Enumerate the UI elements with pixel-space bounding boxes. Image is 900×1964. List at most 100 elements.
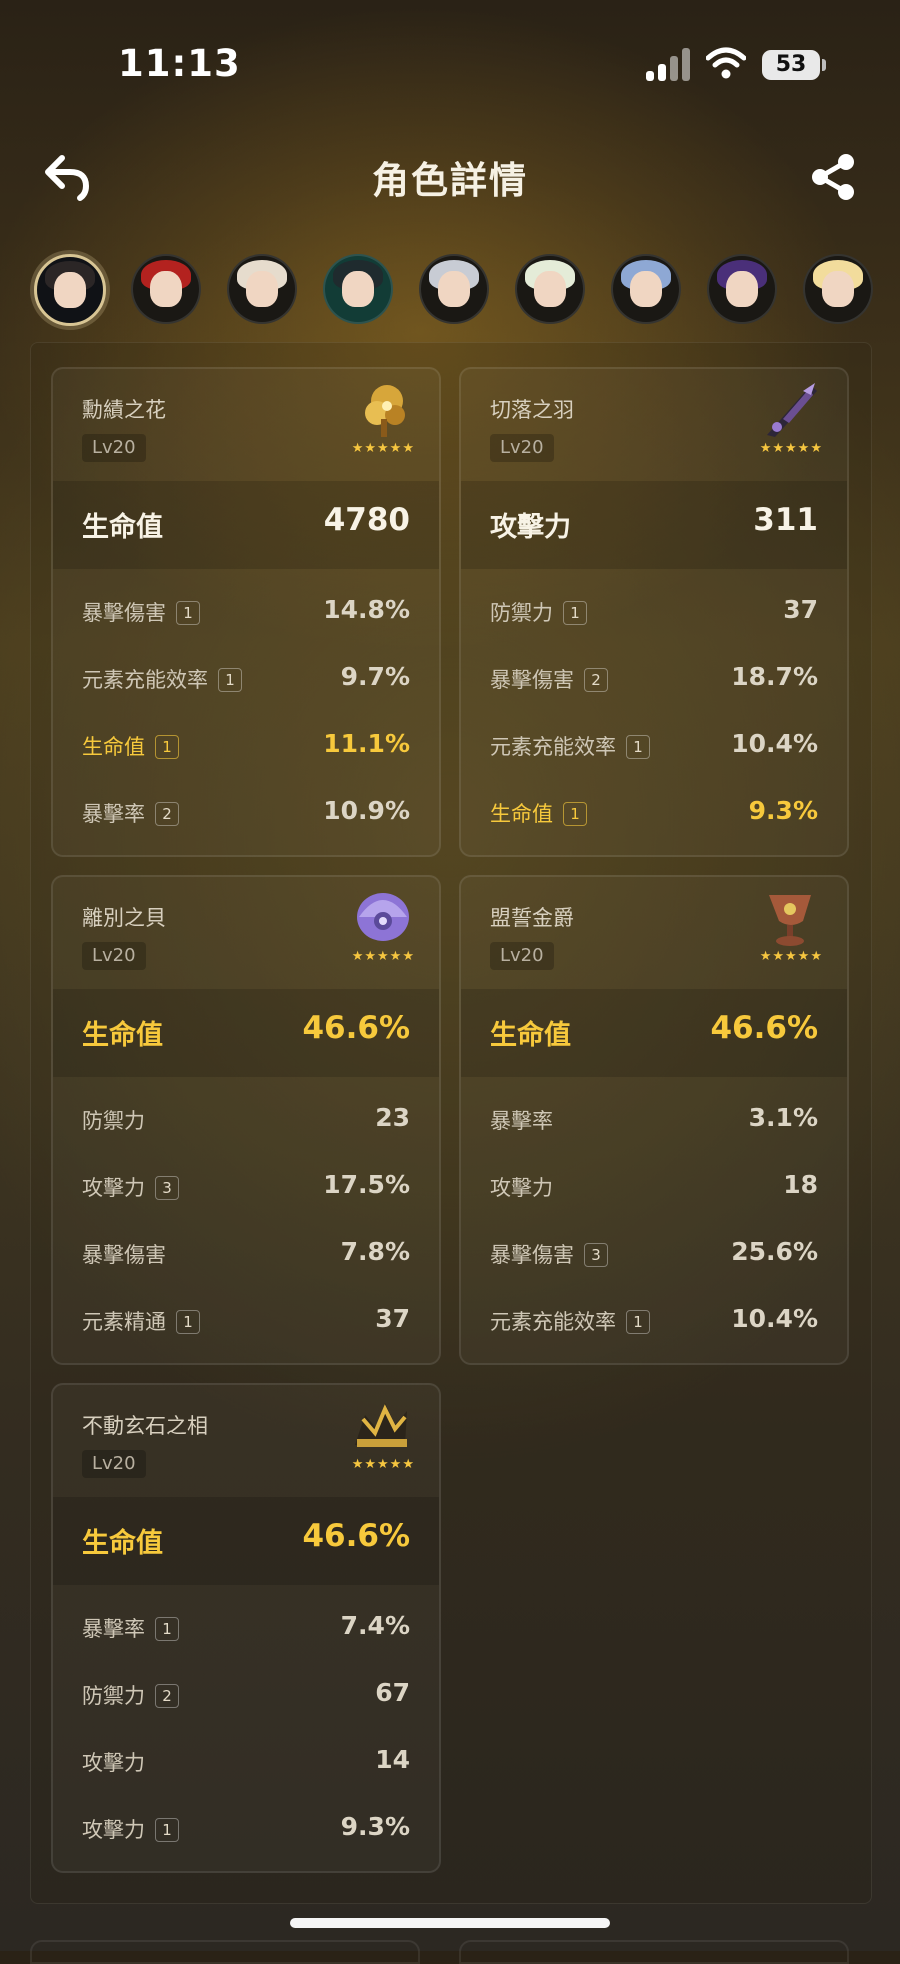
- artifact-card-goblet[interactable]: 盟誓金爵 Lv20 ★★★★★ 生命值 46.6% 暴擊率 3.1% 攻擊力 18 …: [459, 875, 849, 1365]
- roll-count-badge: 1: [155, 1617, 179, 1641]
- sub-stat-value: 9.7%: [340, 662, 410, 691]
- artifact-card-circlet[interactable]: 不動玄石之相 Lv20 ★★★★★ 生命值 46.6% 暴擊率 1 7.4% 防禦力…: [51, 1383, 441, 1873]
- artifact-name: 離別之貝: [82, 906, 166, 930]
- artifact-card-sands[interactable]: 離別之貝 Lv20 ★★★★★ 生命值 46.6% 防禦力 23 攻擊力 3 17.5…: [51, 875, 441, 1365]
- avatar-character-5[interactable]: [419, 254, 489, 324]
- roll-count-badge: 1: [563, 802, 587, 826]
- sub-stat-value: 37: [375, 1304, 410, 1333]
- sub-stat-value: 3.1%: [748, 1103, 818, 1132]
- next-card-edge: [459, 1940, 849, 1964]
- artifact-level: Lv20: [490, 434, 554, 462]
- roll-count-badge: 1: [176, 601, 200, 625]
- avatar-character-2[interactable]: [131, 254, 201, 324]
- roll-count-badge: 1: [155, 1818, 179, 1842]
- sub-stat: 攻擊力 14: [53, 1727, 439, 1794]
- sub-stat-label: 防禦力 1: [490, 597, 587, 627]
- artifact-level: Lv20: [82, 1450, 146, 1478]
- sub-stat: 防禦力 2 67: [53, 1660, 439, 1727]
- sub-stat: 暴擊傷害 3 25.6%: [461, 1219, 847, 1286]
- sub-stat: 防禦力 23: [53, 1085, 439, 1152]
- sub-stat-label: 元素精通 1: [82, 1306, 200, 1336]
- artifact-card-plume[interactable]: 切落之羽 Lv20 ★★★★★ 攻擊力 311 防禦力 1 37 暴擊傷害 2 18.7…: [459, 367, 849, 857]
- sub-stat-label: 生命值 1: [490, 798, 587, 828]
- artifact-level: Lv20: [82, 434, 146, 462]
- sub-stat-label: 生命值 1: [82, 731, 179, 761]
- main-stat-value: 311: [753, 502, 818, 538]
- sub-stat: 攻擊力 1 9.3%: [53, 1794, 439, 1861]
- roll-count-badge: 1: [626, 1310, 650, 1334]
- avatar-character-6[interactable]: [515, 254, 585, 324]
- avatar-character-9[interactable]: [803, 254, 873, 324]
- sub-stat-value: 9.3%: [748, 796, 818, 825]
- roll-count-badge: 2: [155, 802, 179, 826]
- main-stat: 生命值 4780: [53, 481, 439, 569]
- roll-count-badge: 1: [563, 601, 587, 625]
- character-selector: [0, 248, 900, 328]
- sub-stat: 暴擊傷害 7.8%: [53, 1219, 439, 1286]
- main-stat-value: 46.6%: [302, 1010, 410, 1046]
- sub-stat-label: 攻擊力: [82, 1751, 145, 1775]
- avatar-character-4[interactable]: [323, 254, 393, 324]
- share-icon[interactable]: [808, 152, 858, 202]
- sub-stat-label: 暴擊傷害: [82, 1243, 166, 1267]
- avatar-character-1[interactable]: [34, 254, 106, 326]
- main-stat: 生命值 46.6%: [53, 989, 439, 1077]
- sub-stat-label: 攻擊力 3: [82, 1172, 179, 1202]
- home-indicator[interactable]: [290, 1918, 610, 1928]
- avatar-character-3[interactable]: [227, 254, 297, 324]
- roll-count-badge: 3: [584, 1243, 608, 1267]
- sub-stat: 元素充能效率 1 9.7%: [53, 644, 439, 711]
- sub-stat-value: 23: [375, 1103, 410, 1132]
- sub-stat: 元素充能效率 1 10.4%: [461, 711, 847, 778]
- roll-count-badge: 3: [155, 1176, 179, 1200]
- roll-count-badge: 1: [218, 668, 242, 692]
- sub-stat: 攻擊力 18: [461, 1152, 847, 1219]
- circlet-artifact-icon: [355, 1403, 407, 1447]
- artifact-card-flower[interactable]: 勳績之花 Lv20 ★★★★★ 生命值 4780 暴擊傷害 1 14.8% 元素充能…: [51, 367, 441, 857]
- page-title: 角色詳情: [372, 159, 528, 202]
- battery-icon: 53: [762, 50, 820, 80]
- sub-stat: 暴擊率 2 10.9%: [53, 778, 439, 845]
- artifact-name: 勳績之花: [82, 398, 166, 422]
- sub-stat: 暴擊率 3.1%: [461, 1085, 847, 1152]
- avatar-character-7[interactable]: [611, 254, 681, 324]
- sub-stat-value: 7.4%: [340, 1611, 410, 1640]
- main-stat-label: 生命值: [490, 1020, 571, 1051]
- sub-stat-label: 防禦力 2: [82, 1680, 179, 1710]
- sub-stat: 生命值 1 9.3%: [461, 778, 847, 845]
- artifact-name: 切落之羽: [490, 398, 574, 422]
- roll-count-badge: 1: [155, 735, 179, 759]
- sub-stat-value: 10.4%: [731, 729, 818, 758]
- sub-stat-label: 暴擊傷害 2: [490, 664, 608, 694]
- flower-artifact-icon: [365, 385, 405, 437]
- main-stat: 生命值 46.6%: [461, 989, 847, 1077]
- sub-stat-label: 攻擊力: [490, 1176, 553, 1200]
- artifact-level: Lv20: [490, 942, 554, 970]
- sub-stat-value: 10.4%: [731, 1304, 818, 1333]
- sub-stat-value: 17.5%: [323, 1170, 410, 1199]
- next-card-edge: [30, 1940, 420, 1964]
- rarity-stars: ★★★★★: [351, 949, 415, 964]
- main-stat-label: 生命值: [82, 1528, 163, 1559]
- rarity-stars: ★★★★★: [759, 949, 823, 964]
- main-stat-label: 攻擊力: [490, 512, 571, 543]
- sub-stat-label: 元素充能效率 1: [82, 664, 242, 694]
- signal-icon: [646, 47, 692, 81]
- sub-stat-value: 9.3%: [340, 1812, 410, 1841]
- status-time: 11:13: [118, 42, 241, 85]
- sub-stat-value: 18: [783, 1170, 818, 1199]
- main-stat-value: 46.6%: [710, 1010, 818, 1046]
- sub-stat-value: 37: [783, 595, 818, 624]
- wifi-icon: [706, 47, 746, 79]
- sub-stat-label: 攻擊力 1: [82, 1814, 179, 1844]
- main-stat-value: 4780: [323, 502, 410, 538]
- avatar-character-8[interactable]: [707, 254, 777, 324]
- sub-stat-value: 11.1%: [323, 729, 410, 758]
- sub-stat-label: 暴擊率 2: [82, 798, 179, 828]
- sub-stat: 元素充能效率 1 10.4%: [461, 1286, 847, 1353]
- rarity-stars: ★★★★★: [351, 1457, 415, 1472]
- main-stat-label: 生命值: [82, 1020, 163, 1051]
- sub-stat-value: 10.9%: [323, 796, 410, 825]
- sub-stat-label: 元素充能效率 1: [490, 731, 650, 761]
- main-stat-value: 46.6%: [302, 1518, 410, 1554]
